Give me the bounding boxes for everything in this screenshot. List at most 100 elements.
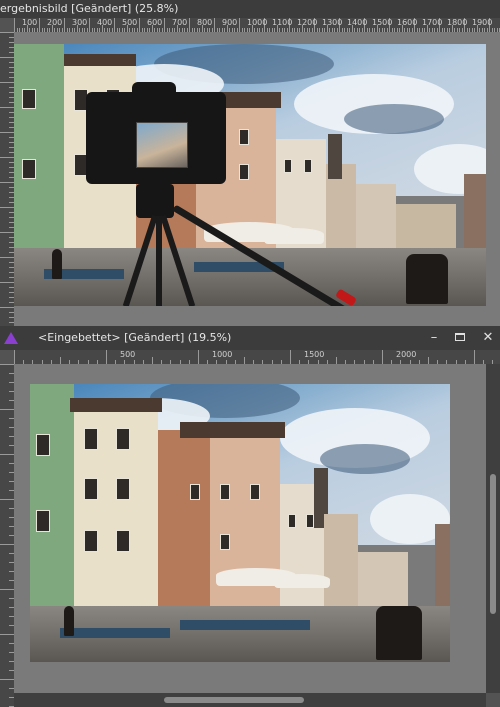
ruler-tick (89, 18, 90, 32)
tripod-leg (156, 216, 162, 306)
ruler-label: 1900 (472, 18, 493, 27)
ruler-tick (106, 350, 107, 364)
roof (180, 422, 285, 438)
ruler-tick (0, 364, 14, 365)
ruler-label: 500 (122, 18, 138, 27)
ruler-label: 800 (197, 18, 213, 27)
roof (64, 54, 136, 66)
top-window-titlebar[interactable]: ergebnisbild [Geändert] (25.8%) (0, 0, 500, 18)
ruler-tick (0, 544, 14, 545)
window (36, 434, 50, 456)
window (288, 514, 296, 528)
person (64, 606, 74, 636)
ruler-tick (290, 350, 291, 364)
top-vertical-ruler[interactable] (0, 32, 14, 326)
building-far (396, 204, 456, 254)
ruler-label: 1100 (272, 18, 293, 27)
window (239, 164, 249, 180)
horizontal-scrollbar-thumb[interactable] (164, 697, 304, 703)
vertical-scrollbar-thumb[interactable] (490, 474, 496, 614)
bottom-vertical-ruler[interactable] (0, 364, 14, 707)
affinity-photo-icon (4, 332, 18, 344)
ruler-tick (0, 589, 14, 590)
bottom-window-title: <Eingebettet> [Geändert] (19.5%) (38, 331, 232, 344)
roof (70, 398, 162, 412)
window (84, 478, 98, 500)
ruler-label: 100 (22, 18, 38, 27)
ruler-label: 1600 (397, 18, 418, 27)
vertical-scrollbar[interactable] (486, 364, 500, 693)
ruler-tick (0, 132, 14, 133)
top-photo (14, 44, 486, 306)
ruler-tick (64, 18, 65, 32)
minimize-icon[interactable]: – (426, 330, 442, 346)
ruler-tick (0, 679, 14, 680)
horizontal-scrollbar[interactable] (14, 693, 486, 707)
ruler-tick (39, 18, 40, 32)
ruler-tick (139, 18, 140, 32)
top-canvas[interactable] (14, 32, 500, 326)
ruler-label: 400 (97, 18, 113, 27)
ruler-tick (14, 18, 15, 32)
ruler-label: 700 (172, 18, 188, 27)
window (36, 510, 50, 532)
ruler-tick (198, 350, 199, 364)
ruler-label: 1000 (212, 350, 233, 359)
ruler-tick (214, 18, 215, 32)
window (304, 159, 312, 173)
ruler-tick (0, 157, 14, 158)
bottom-window-titlebar[interactable]: <Eingebettet> [Geändert] (19.5%) – ✕ (0, 326, 500, 350)
ruler-tick (0, 257, 14, 258)
ruler-label: 1500 (372, 18, 393, 27)
window (220, 484, 230, 500)
window (84, 530, 98, 552)
cafe-chairs (180, 620, 310, 630)
window (22, 89, 36, 109)
ruler-label: 900 (222, 18, 238, 27)
ruler-tick (164, 18, 165, 32)
ruler-tick (244, 357, 245, 364)
close-icon[interactable]: ✕ (480, 330, 496, 346)
bottom-horizontal-ruler[interactable]: 500 1000 1500 2000 (14, 350, 500, 364)
top-window-title: ergebnisbild [Geändert] (25.8%) (0, 2, 179, 15)
ruler-tick (0, 454, 14, 455)
ruler-tick (14, 350, 15, 364)
window (22, 159, 36, 179)
church-tower (328, 134, 342, 179)
ruler-tick (0, 232, 14, 233)
camera-viewfinder (132, 82, 176, 104)
person-sitting (376, 606, 422, 660)
ruler-tick (60, 357, 61, 364)
ruler-label: 500 (120, 350, 136, 359)
ruler-tick (0, 57, 14, 58)
ruler-tick (239, 18, 240, 32)
ruler-label: 1400 (347, 18, 368, 27)
window (250, 484, 260, 500)
ruler-tick (0, 207, 14, 208)
ruler-tick (0, 32, 14, 33)
market-umbrella (274, 574, 330, 588)
ruler-label: 1700 (422, 18, 443, 27)
maximize-icon[interactable] (452, 330, 468, 346)
top-horizontal-ruler[interactable]: 100 200 300 400 500 600 700 800 900 1000 1100 1200 1… (14, 18, 500, 32)
ruler-label: 600 (147, 18, 163, 27)
window (116, 428, 130, 450)
person-sitting (406, 254, 448, 304)
window (116, 478, 130, 500)
ruler-label: 2000 (396, 350, 417, 359)
market-umbrella (264, 228, 324, 244)
ruler-tick (0, 107, 14, 108)
bottom-canvas[interactable] (14, 364, 486, 693)
ruler-tick (0, 499, 14, 500)
ruler-tick (0, 82, 14, 83)
ruler-label: 1200 (297, 18, 318, 27)
window (190, 484, 200, 500)
ruler-label: 200 (47, 18, 63, 27)
person (52, 249, 62, 279)
ruler-tick (0, 182, 14, 183)
window (306, 514, 314, 528)
ruler-tick (474, 350, 475, 364)
ruler-label: 1300 (322, 18, 343, 27)
cafe-chairs (60, 628, 170, 638)
ruler-tick (0, 307, 14, 308)
